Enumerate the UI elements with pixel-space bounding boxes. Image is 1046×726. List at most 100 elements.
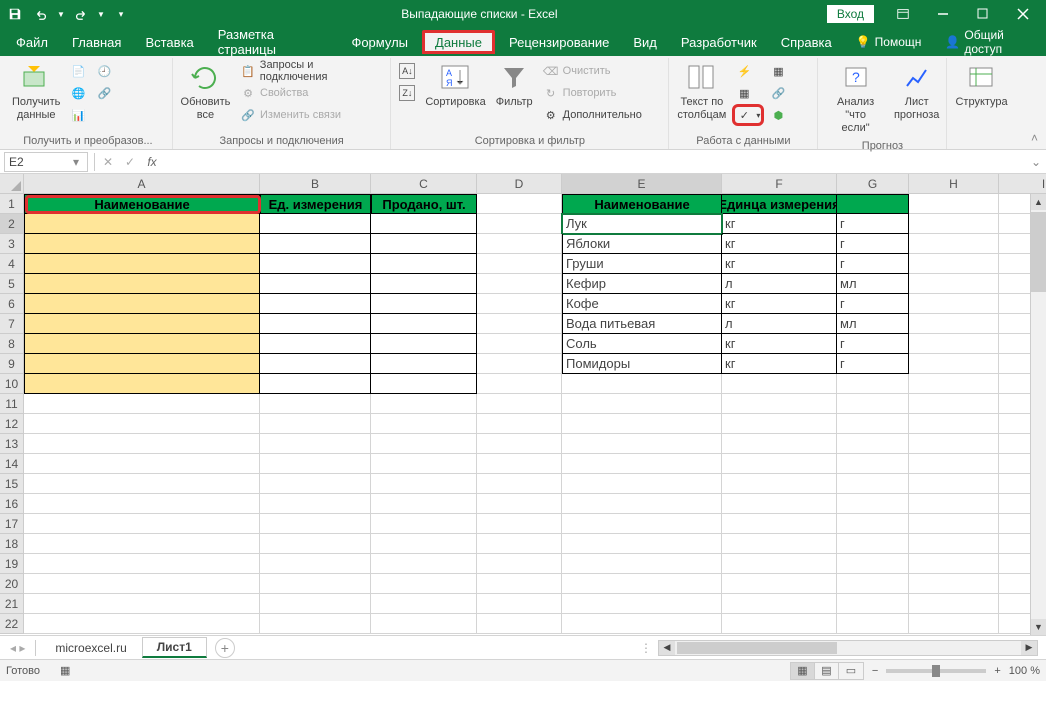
cell-F18[interactable] [722, 534, 837, 554]
cell-A1[interactable]: Наименование [24, 194, 260, 214]
cell-B12[interactable] [260, 414, 371, 434]
get-data-button[interactable]: Получить данные [8, 60, 64, 124]
text-to-columns-button[interactable]: Текст по столбцам [673, 60, 730, 124]
cell-E14[interactable] [562, 454, 722, 474]
expand-formula-icon[interactable]: ⌄ [1026, 155, 1046, 169]
cell-D16[interactable] [477, 494, 562, 514]
cell-F15[interactable] [722, 474, 837, 494]
cell-H16[interactable] [909, 494, 999, 514]
cell-D10[interactable] [477, 374, 562, 394]
sort-desc-icon[interactable]: Z↓ [395, 82, 419, 104]
cell-E17[interactable] [562, 514, 722, 534]
zoom-out-icon[interactable]: − [872, 665, 878, 677]
sheet-tab-1[interactable]: Лист1 [142, 637, 207, 658]
advanced-filter-button[interactable]: ⚙Дополнительно [539, 104, 646, 126]
cell-C19[interactable] [371, 554, 477, 574]
cell-F19[interactable] [722, 554, 837, 574]
cell-A21[interactable] [24, 594, 260, 614]
share-button[interactable]: 👤Общий доступ [933, 28, 1042, 56]
flash-fill-icon[interactable]: ⚡ [732, 60, 764, 82]
tab-file[interactable]: Файл [4, 28, 60, 56]
cell-C2[interactable] [371, 214, 477, 234]
tab-view[interactable]: Вид [621, 28, 669, 56]
data-model-icon[interactable]: ⬢ [766, 104, 790, 126]
row-header-17[interactable]: 17 [0, 514, 24, 534]
cell-B6[interactable] [260, 294, 371, 314]
cell-C3[interactable] [371, 234, 477, 254]
save-icon[interactable] [4, 3, 26, 25]
cell-H6[interactable] [909, 294, 999, 314]
col-header-C[interactable]: C [371, 174, 477, 194]
cell-E10[interactable] [562, 374, 722, 394]
tab-insert[interactable]: Вставка [133, 28, 205, 56]
cell-F6[interactable]: кг [722, 294, 837, 314]
cell-D1[interactable] [477, 194, 562, 214]
tab-data[interactable]: Данные [422, 30, 495, 54]
cell-G13[interactable] [837, 434, 909, 454]
cell-F20[interactable] [722, 574, 837, 594]
cell-H1[interactable] [909, 194, 999, 214]
cell-C5[interactable] [371, 274, 477, 294]
cell-E18[interactable] [562, 534, 722, 554]
cell-E6[interactable]: Кофе [562, 294, 722, 314]
scroll-up-icon[interactable]: ▲ [1031, 194, 1046, 210]
cell-C6[interactable] [371, 294, 477, 314]
cell-F5[interactable]: л [722, 274, 837, 294]
cell-A16[interactable] [24, 494, 260, 514]
cell-G4[interactable]: г [837, 254, 909, 274]
cell-C21[interactable] [371, 594, 477, 614]
row-header-3[interactable]: 3 [0, 234, 24, 254]
cell-F17[interactable] [722, 514, 837, 534]
cell-B20[interactable] [260, 574, 371, 594]
cell-H21[interactable] [909, 594, 999, 614]
cell-C7[interactable] [371, 314, 477, 334]
hscroll-thumb[interactable] [677, 642, 837, 654]
cell-E4[interactable]: Груши [562, 254, 722, 274]
cell-C4[interactable] [371, 254, 477, 274]
ribbon-options-icon[interactable] [884, 2, 922, 26]
cell-A19[interactable] [24, 554, 260, 574]
cell-D6[interactable] [477, 294, 562, 314]
cell-G21[interactable] [837, 594, 909, 614]
add-sheet-button[interactable]: + [215, 638, 235, 658]
from-text-icon[interactable]: 📄 [66, 60, 90, 82]
cell-C10[interactable] [371, 374, 477, 394]
zoom-level[interactable]: 100 % [1009, 665, 1040, 677]
cell-H15[interactable] [909, 474, 999, 494]
scroll-right-icon[interactable]: ▶ [1021, 641, 1037, 655]
clear-filter-button[interactable]: ⌫Очистить [539, 60, 646, 82]
refresh-all-button[interactable]: Обновить все [177, 60, 234, 124]
cell-F14[interactable] [722, 454, 837, 474]
cell-F10[interactable] [722, 374, 837, 394]
cell-F8[interactable]: кг [722, 334, 837, 354]
cell-C12[interactable] [371, 414, 477, 434]
cell-D2[interactable] [477, 214, 562, 234]
row-header-1[interactable]: 1 [0, 194, 24, 214]
cell-H4[interactable] [909, 254, 999, 274]
redo-icon[interactable] [70, 3, 92, 25]
cell-E3[interactable]: Яблоки [562, 234, 722, 254]
enter-icon[interactable]: ✓ [119, 152, 141, 172]
cell-E16[interactable] [562, 494, 722, 514]
outline-button[interactable]: Структура [951, 60, 1011, 111]
cell-C20[interactable] [371, 574, 477, 594]
cell-G11[interactable] [837, 394, 909, 414]
row-header-11[interactable]: 11 [0, 394, 24, 414]
cell-A17[interactable] [24, 514, 260, 534]
cell-H19[interactable] [909, 554, 999, 574]
tab-help[interactable]: Справка [769, 28, 844, 56]
close-icon[interactable] [1004, 2, 1042, 26]
cell-A3[interactable] [24, 234, 260, 254]
edit-links-button[interactable]: 🔗Изменить связи [236, 104, 386, 126]
cell-B11[interactable] [260, 394, 371, 414]
cell-G18[interactable] [837, 534, 909, 554]
cell-E9[interactable]: Помидоры [562, 354, 722, 374]
cell-G6[interactable]: г [837, 294, 909, 314]
cell-A6[interactable] [24, 294, 260, 314]
cell-H20[interactable] [909, 574, 999, 594]
cancel-icon[interactable]: ✕ [97, 152, 119, 172]
cell-G7[interactable]: мл [837, 314, 909, 334]
row-header-15[interactable]: 15 [0, 474, 24, 494]
row-header-9[interactable]: 9 [0, 354, 24, 374]
row-header-16[interactable]: 16 [0, 494, 24, 514]
